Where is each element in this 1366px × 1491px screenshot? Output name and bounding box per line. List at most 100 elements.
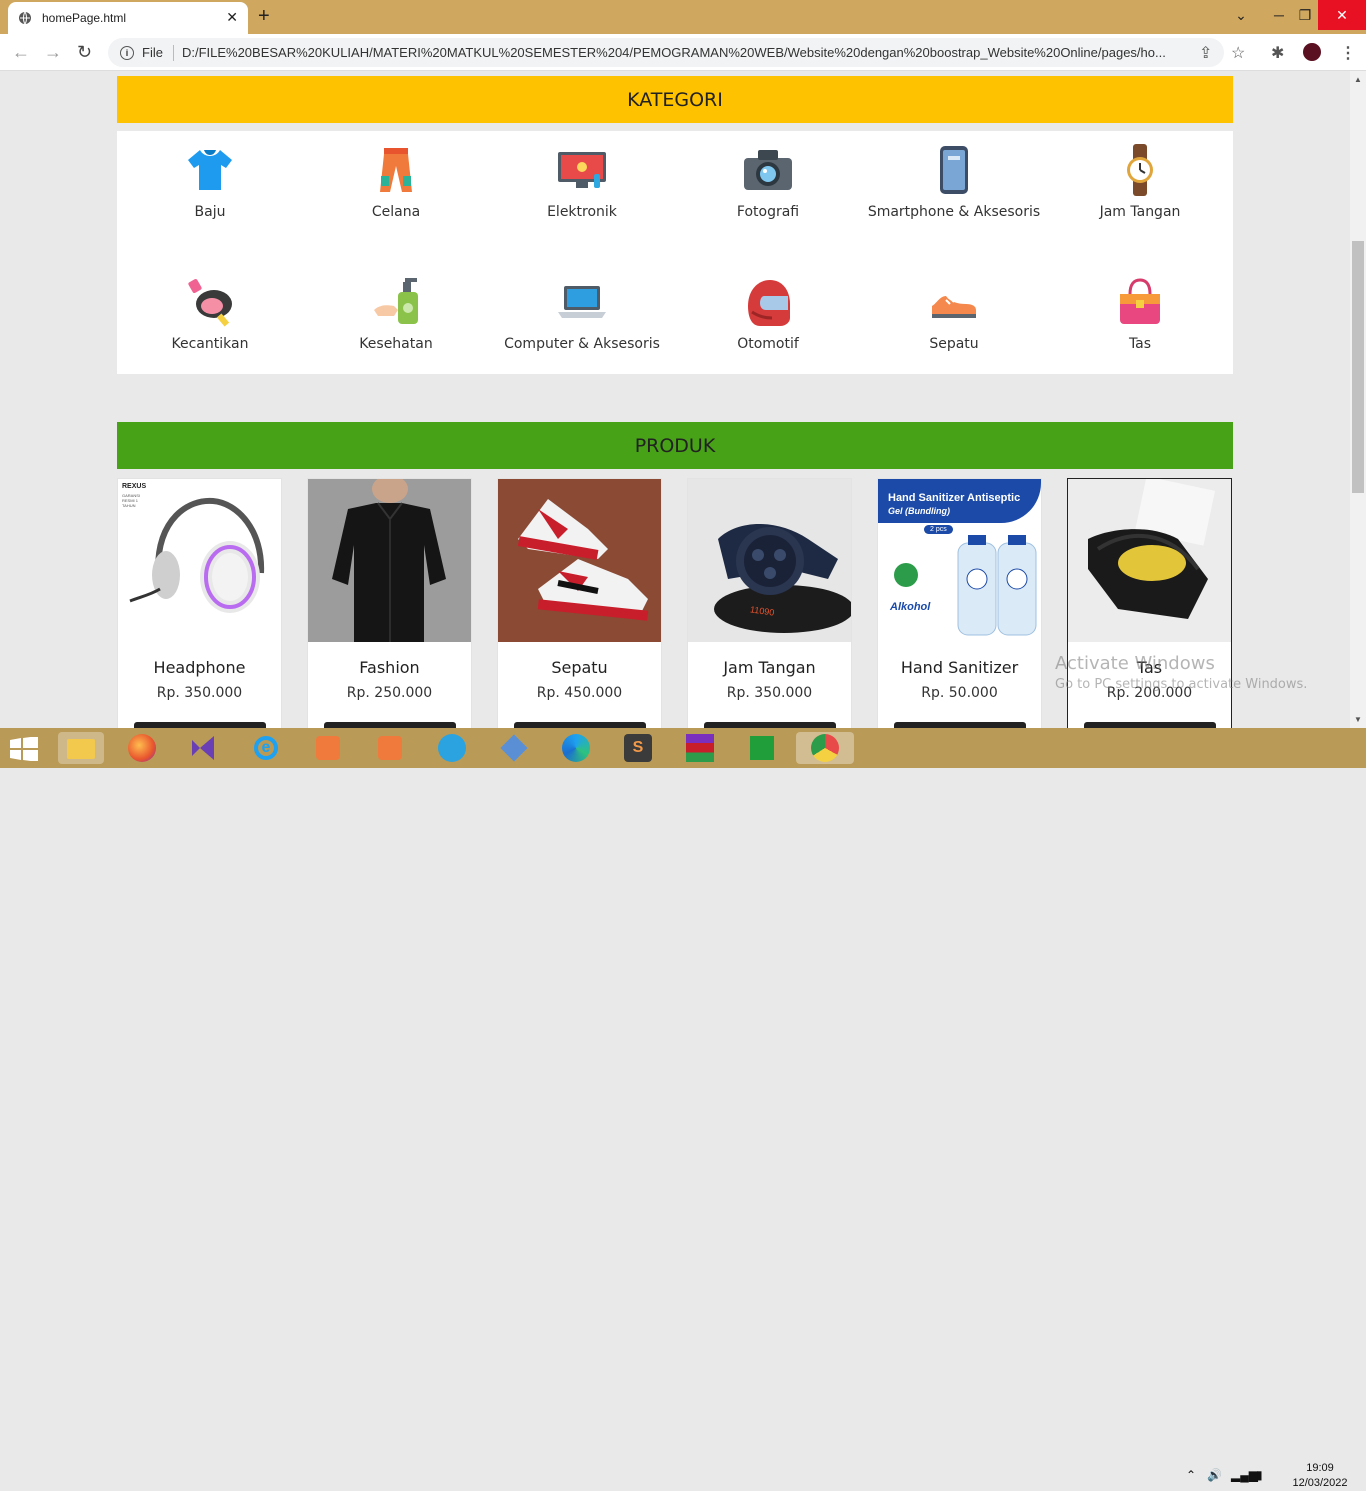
product-card-hand-sanitizer[interactable]: Hand Sanitizer Antiseptic Gel (Bundling)… — [877, 478, 1042, 728]
telegram-icon[interactable] — [436, 732, 468, 764]
battery-icon[interactable]: ▮ — [1256, 1468, 1263, 1482]
reload-icon[interactable]: ↻ — [77, 42, 92, 63]
product-card-headphone[interactable]: REXUS GARANSI RESMI 1 TAHUN Headphone Rp… — [117, 478, 282, 728]
page-viewport: KATEGORI Baju Celana Elektronik Fotograf — [0, 71, 1350, 728]
close-tab-icon[interactable]: ✕ — [226, 9, 238, 26]
kategori-item-kesehatan[interactable]: Kesehatan — [303, 263, 489, 355]
pants-icon — [370, 144, 422, 196]
kategori-label: Otomotif — [737, 336, 799, 352]
restore-button[interactable]: ❐ — [1292, 0, 1318, 30]
camera-icon — [742, 144, 794, 196]
edge-icon[interactable] — [560, 732, 592, 764]
share-icon[interactable]: ⇪ — [1199, 43, 1212, 63]
product-price: Rp. 50.000 — [921, 685, 998, 701]
browser-toolbar: ← → ↻ i File D:/FILE%20BESAR%20KULIAH/MA… — [0, 34, 1366, 71]
kategori-label: Celana — [371, 204, 421, 220]
kategori-item-baju[interactable]: Baju — [117, 131, 303, 223]
browser-tab-strip: homePage.html ✕ + ⌄ ─ ❐ ✕ — [0, 0, 1366, 34]
kategori-label: Fotografi — [736, 204, 800, 220]
monitor-icon — [556, 144, 608, 196]
product-card-jam-tangan[interactable]: 11090 Jam Tangan Rp. 350.000 — [687, 478, 852, 728]
windows-start-icon[interactable] — [10, 737, 38, 761]
shoe-icon — [928, 276, 980, 328]
divider — [172, 44, 174, 61]
alkohol-text: Alkohol — [890, 601, 931, 613]
scroll-up-icon[interactable]: ▲ — [1354, 75, 1362, 84]
hand-sanitizer-icon — [370, 276, 422, 328]
tray-chevron-icon[interactable]: ⌃ — [1186, 1468, 1196, 1482]
scroll-down-icon[interactable]: ▼ — [1354, 715, 1362, 724]
product-name: Hand Sanitizer — [900, 658, 1019, 677]
product-price: Rp. 450.000 — [536, 685, 623, 701]
new-tab-button[interactable]: + — [258, 5, 270, 28]
bookmark-star-icon[interactable]: ☆ — [1231, 43, 1245, 63]
page-scrollbar[interactable]: ▲ ▼ — [1350, 71, 1366, 728]
kategori-item-kecantikan[interactable]: Kecantikan — [117, 263, 303, 355]
product-name: Headphone — [153, 658, 246, 677]
file-explorer-icon[interactable] — [58, 732, 104, 764]
close-window-button[interactable]: ✕ — [1318, 0, 1366, 30]
watermark-title: Activate Windows — [1055, 653, 1215, 674]
compact-icon — [184, 276, 236, 328]
shirt-icon — [184, 144, 236, 196]
kategori-header: KATEGORI — [117, 76, 1233, 123]
kategori-item-fotografi[interactable]: Fotografi — [675, 131, 861, 223]
product-name: Jam Tangan — [723, 658, 816, 677]
screen-capture-icon[interactable] — [312, 732, 344, 764]
product-price: Rp. 350.000 — [726, 685, 813, 701]
visual-studio-icon[interactable] — [188, 732, 220, 764]
camera-app-icon[interactable] — [374, 732, 406, 764]
product-image — [308, 479, 471, 642]
network-icon[interactable]: ▂▄▆ — [1231, 1468, 1258, 1482]
kategori-label: Kecantikan — [171, 336, 249, 352]
activate-windows-watermark: Activate Windows Go to PC settings to ac… — [1055, 653, 1307, 692]
sublime-text-icon[interactable]: S — [622, 732, 654, 764]
product-name: Sepatu — [551, 658, 608, 677]
globe-icon — [19, 11, 31, 25]
kategori-item-otomotif[interactable]: Otomotif — [675, 263, 861, 355]
system-clock[interactable]: 19:09 12/03/2022 — [1280, 1461, 1360, 1491]
kategori-label: Elektronik — [547, 204, 617, 220]
kategori-item-smartphone[interactable]: Smartphone & Aksesoris — [861, 131, 1047, 223]
produk-header: PRODUK — [117, 422, 1233, 469]
tab-search-icon[interactable]: ⌄ — [1226, 0, 1256, 30]
winrar-icon[interactable] — [684, 732, 716, 764]
url-text[interactable]: D:/FILE%20BESAR%20KULIAH/MATERI%20MATKUL… — [182, 45, 1182, 60]
info-icon[interactable]: i — [120, 45, 134, 60]
firefox-icon[interactable] — [126, 732, 158, 764]
microsoft-store-icon[interactable] — [746, 732, 778, 764]
extensions-icon[interactable]: ✱ — [1271, 43, 1284, 63]
smartphone-icon — [928, 144, 980, 196]
kategori-label: Computer & Aksesoris — [504, 336, 660, 352]
windows-taskbar: e S ⌃ 🔊 ▂▄▆ ▮ 19:09 12/03/2022 — [0, 728, 1366, 1489]
profile-avatar[interactable] — [1301, 41, 1323, 63]
kategori-item-elektronik[interactable]: Elektronik — [489, 131, 675, 223]
kategori-grid: Baju Celana Elektronik Fotografi Smartph… — [117, 131, 1233, 374]
scroll-thumb[interactable] — [1352, 241, 1364, 493]
kategori-label: Smartphone & Aksesoris — [867, 204, 1041, 220]
kategori-label: Sepatu — [929, 336, 979, 352]
address-bar[interactable]: i File D:/FILE%20BESAR%20KULIAH/MATERI%2… — [108, 38, 1224, 67]
volume-icon[interactable]: 🔊 — [1207, 1468, 1222, 1482]
kategori-item-celana[interactable]: Celana — [303, 131, 489, 223]
product-card-sepatu[interactable]: Sepatu Rp. 450.000 — [497, 478, 662, 728]
back-icon[interactable]: ← — [12, 42, 30, 63]
product-image: 11090 — [688, 479, 851, 642]
internet-explorer-icon[interactable]: e — [250, 732, 282, 764]
kategori-item-tas[interactable]: Tas — [1047, 263, 1233, 355]
kategori-item-jam-tangan[interactable]: Jam Tangan — [1047, 131, 1233, 223]
kategori-label: Baju — [194, 204, 226, 220]
watch-icon — [1114, 144, 1166, 196]
product-name: Fashion — [359, 658, 420, 677]
product-card-fashion[interactable]: Fashion Rp. 250.000 — [307, 478, 472, 728]
menu-icon[interactable]: ⋮ — [1340, 43, 1356, 63]
kategori-item-sepatu[interactable]: Sepatu — [861, 263, 1047, 355]
minimize-button[interactable]: ─ — [1266, 0, 1292, 30]
virtualbox-icon[interactable] — [498, 732, 530, 764]
chrome-icon[interactable] — [796, 732, 854, 764]
forward-icon[interactable]: → — [44, 42, 62, 63]
browser-tab[interactable]: homePage.html ✕ — [8, 2, 248, 34]
product-price: Rp. 250.000 — [346, 685, 433, 701]
kategori-item-computer[interactable]: Computer & Aksesoris — [489, 263, 675, 355]
product-price: Rp. 350.000 — [156, 685, 243, 701]
